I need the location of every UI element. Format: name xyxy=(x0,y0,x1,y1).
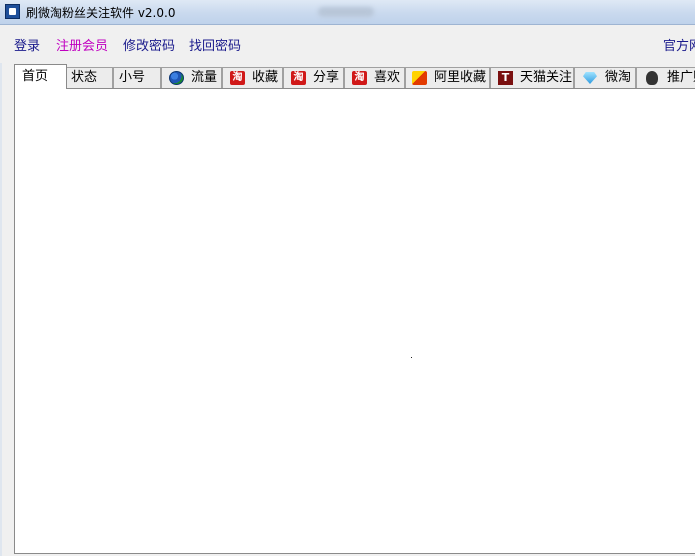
tab-favorite[interactable]: 淘 收藏 xyxy=(222,67,283,88)
tab-label: 阿里收藏 xyxy=(434,70,487,85)
tab-status[interactable]: 状态 xyxy=(66,67,113,88)
taobao-icon: 淘 xyxy=(291,71,306,85)
title-bar: 刷微淘粉丝关注软件 v2.0.0 xyxy=(0,0,695,25)
person-icon xyxy=(646,71,658,85)
stray-pixel xyxy=(411,357,412,358)
change-password-link[interactable]: 修改密码 xyxy=(123,35,175,54)
taobao-icon: 淘 xyxy=(352,71,367,85)
tab-strip: 首页 状态 小号 流量 淘 收藏 淘 分享 淘 喜欢 阿里收藏 T 天猫关注 微… xyxy=(14,64,695,89)
tab-ali-favorite[interactable]: 阿里收藏 xyxy=(405,67,490,88)
tab-label: 收藏 xyxy=(252,70,279,85)
recover-password-link[interactable]: 找回密码 xyxy=(189,35,241,54)
tab-label: 天猫关注 xyxy=(520,70,573,85)
tab-label: 喜欢 xyxy=(374,70,401,85)
menu-bar: 登录 注册会员 修改密码 找回密码 官方网 xyxy=(0,25,695,63)
tab-tmall-follow[interactable]: T 天猫关注 xyxy=(490,67,574,88)
tab-label: 推广赚 xyxy=(667,70,695,85)
tab-home[interactable]: 首页 xyxy=(14,64,67,89)
app-icon xyxy=(5,4,20,19)
tab-label: 首页 xyxy=(22,69,49,84)
diamond-icon xyxy=(583,72,597,84)
tab-label: 状态 xyxy=(71,70,98,85)
tab-label: 分享 xyxy=(313,70,340,85)
tab-label: 微淘 xyxy=(605,70,632,85)
home-content-panel xyxy=(14,88,695,554)
window-left-border xyxy=(0,25,2,556)
login-link[interactable]: 登录 xyxy=(14,35,40,54)
tab-weitao[interactable]: 微淘 xyxy=(574,67,636,88)
tmall-icon: T xyxy=(498,71,513,85)
taobao-icon: 淘 xyxy=(230,71,245,85)
tab-like[interactable]: 淘 喜欢 xyxy=(344,67,405,88)
tab-promote[interactable]: 推广赚 xyxy=(636,67,695,88)
window-title: 刷微淘粉丝关注软件 v2.0.0 xyxy=(26,6,176,20)
tab-share[interactable]: 淘 分享 xyxy=(283,67,344,88)
tab-traffic[interactable]: 流量 xyxy=(161,67,222,88)
alibaba-icon xyxy=(412,71,427,85)
tab-label: 流量 xyxy=(191,70,218,85)
tab-label: 小号 xyxy=(119,70,146,85)
tab-accounts[interactable]: 小号 xyxy=(113,67,161,88)
blurred-title-area xyxy=(318,7,374,17)
globe-icon xyxy=(169,71,184,85)
register-link[interactable]: 注册会员 xyxy=(56,35,108,54)
official-site-link[interactable]: 官方网 xyxy=(663,35,695,54)
